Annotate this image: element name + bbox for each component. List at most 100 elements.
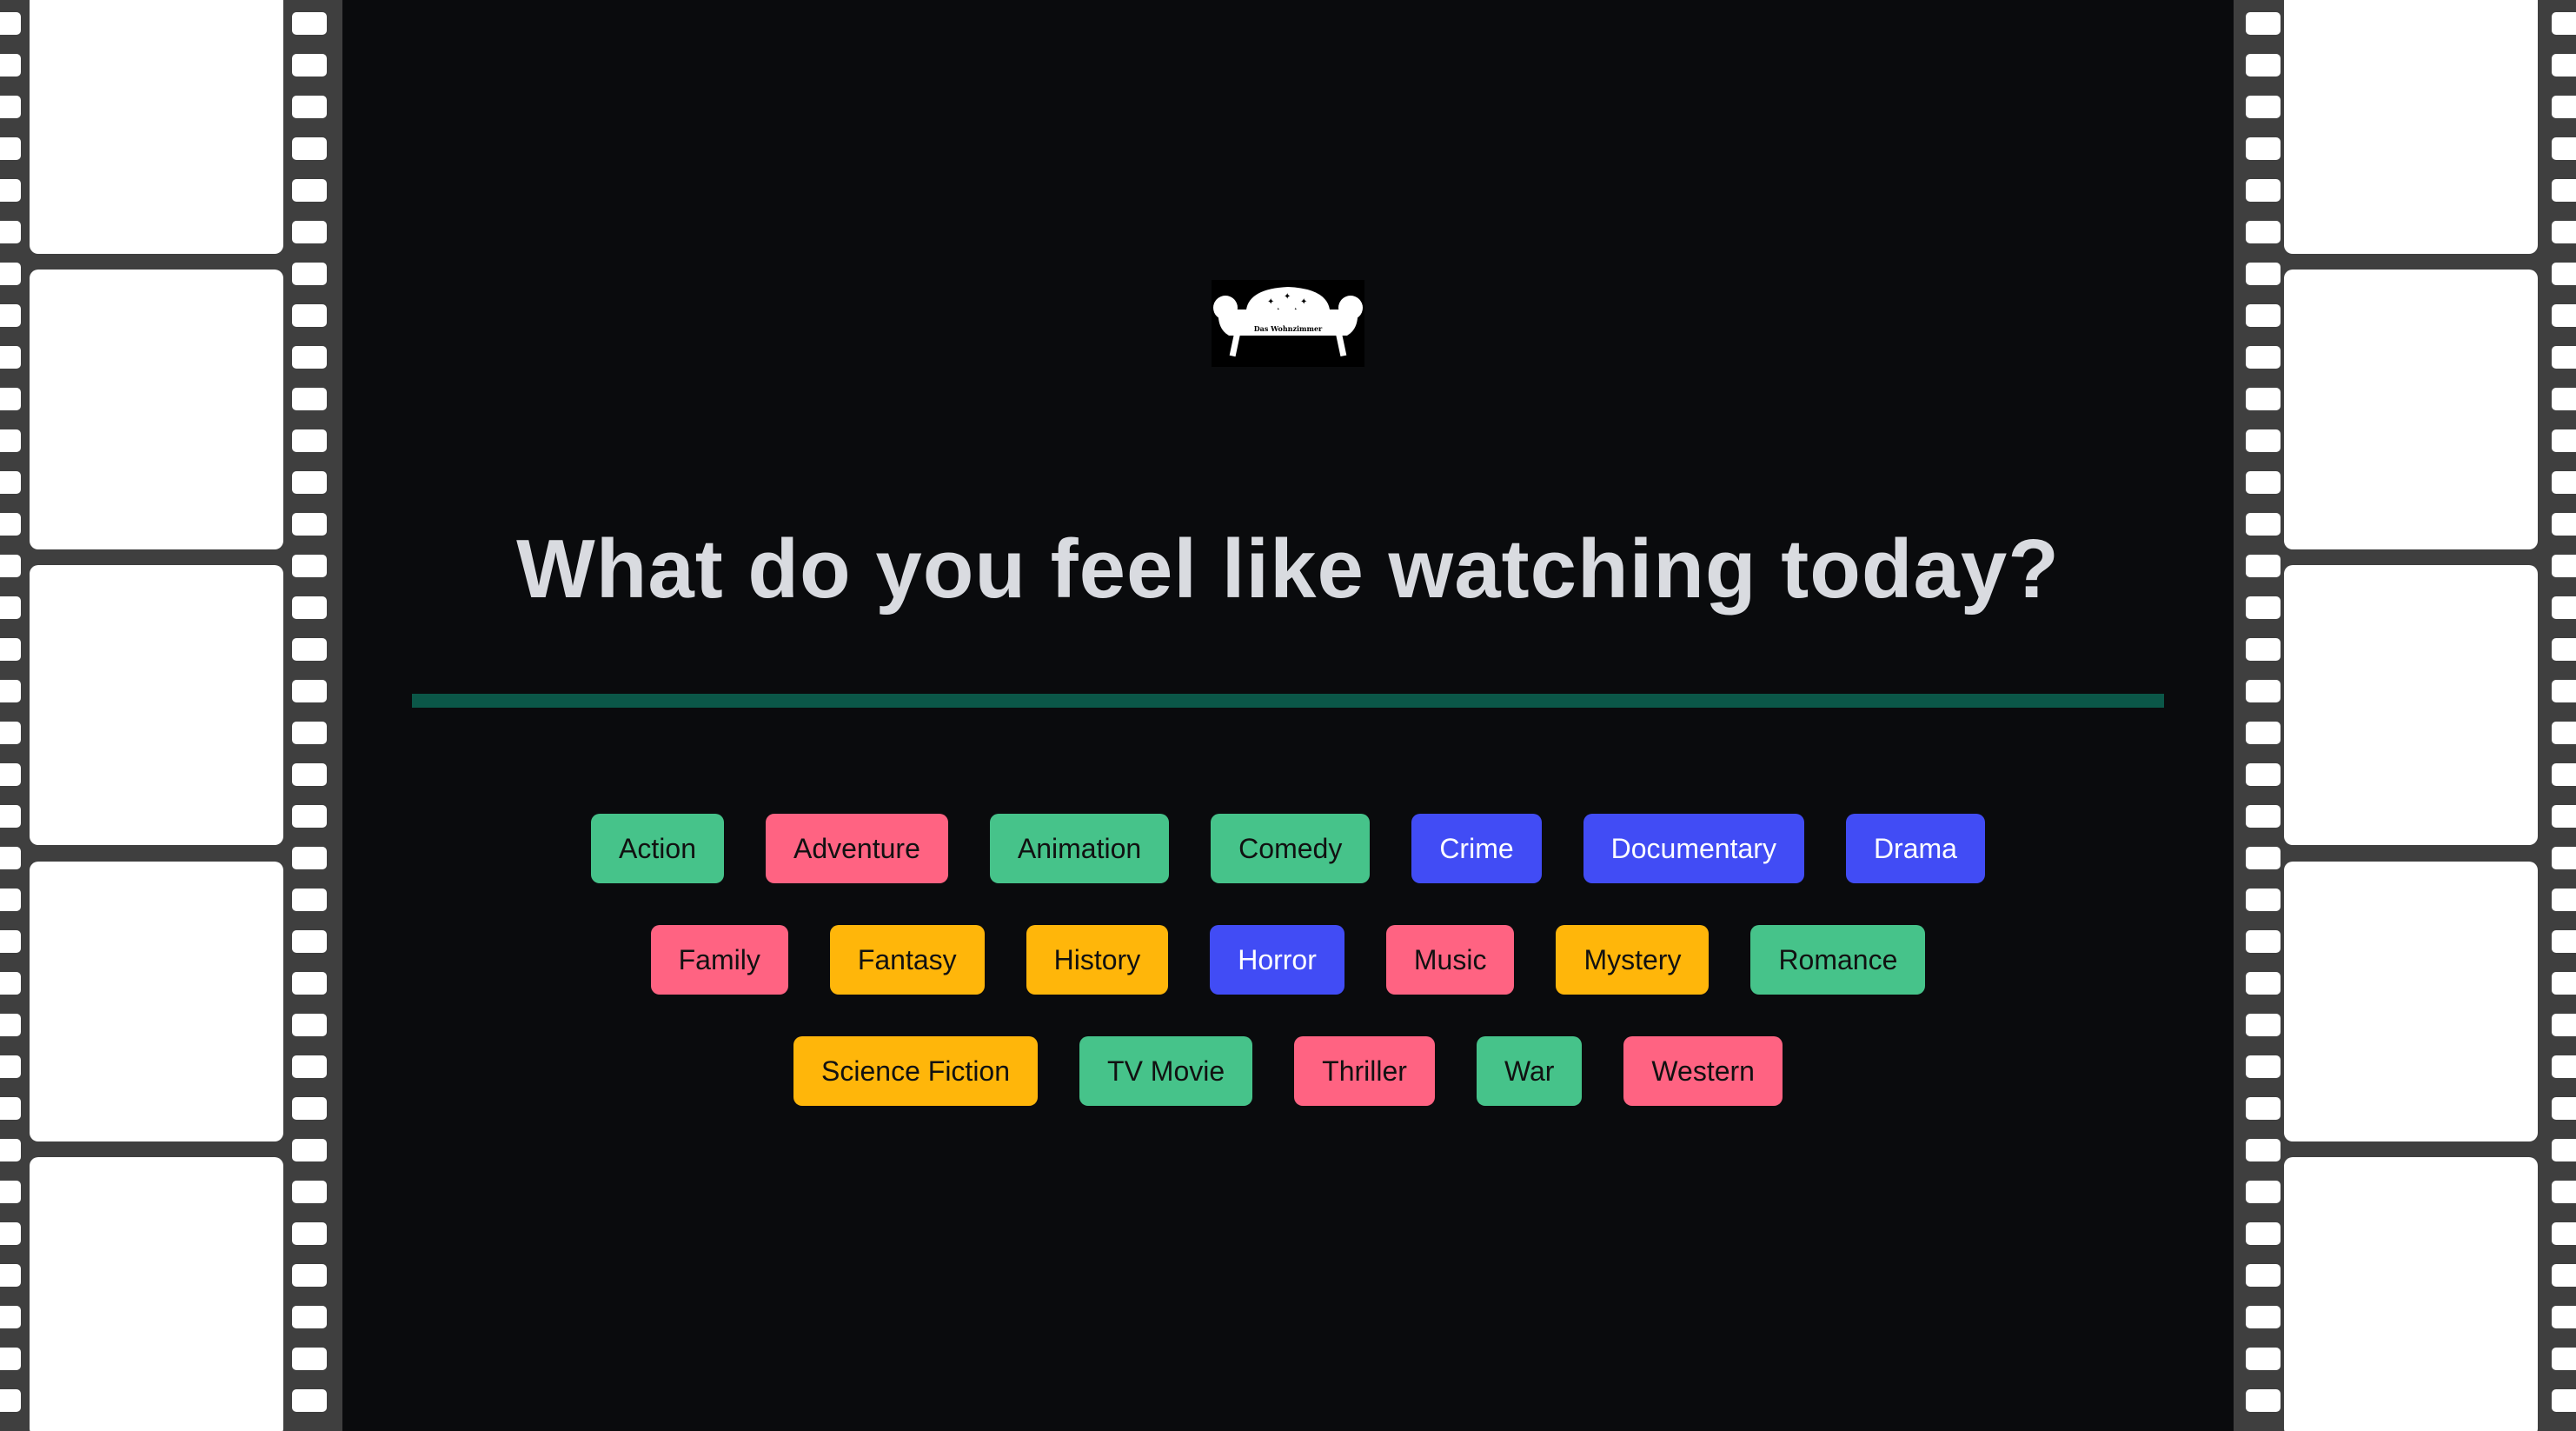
film-perforation: [292, 1014, 327, 1036]
film-perforation: [2246, 221, 2281, 243]
film-perforation: [2552, 1306, 2576, 1328]
genre-button-animation[interactable]: Animation: [989, 814, 1170, 883]
genre-button-adventure[interactable]: Adventure: [765, 814, 948, 883]
genre-button-music[interactable]: Music: [1385, 925, 1515, 995]
film-perforation: [292, 847, 327, 869]
film-perforation: [2246, 1222, 2281, 1245]
film-perforation: [2246, 1306, 2281, 1328]
film-perforation: [0, 763, 21, 786]
film-perforation: [2246, 805, 2281, 828]
film-perforation: [292, 96, 327, 118]
page: ✦ ✦ ✦ ✦ ✦ Das Wohnzimmer What do you fee…: [0, 0, 2576, 1431]
film-perforation: [2552, 429, 2576, 452]
genre-button-history[interactable]: History: [1026, 925, 1169, 995]
film-perforation: [0, 1389, 21, 1412]
film-frame: [2284, 0, 2538, 254]
film-perforation: [2552, 137, 2576, 160]
film-perforation: [2552, 972, 2576, 995]
film-perforation: [292, 596, 327, 619]
film-strip-right: [2234, 0, 2576, 1431]
film-perforation: [0, 1306, 21, 1328]
film-perforation: [2246, 471, 2281, 494]
genre-button-documentary[interactable]: Documentary: [1583, 814, 1804, 883]
genre-button-fantasy[interactable]: Fantasy: [829, 925, 985, 995]
film-perforation: [2552, 179, 2576, 202]
film-perforation: [292, 137, 327, 160]
film-perforation: [2552, 304, 2576, 327]
film-perforation: [2552, 221, 2576, 243]
film-perforation: [2246, 1389, 2281, 1412]
genre-row-2: Family Fantasy History Horror Music Myst…: [342, 925, 2234, 995]
film-perforation: [0, 179, 21, 202]
genre-button-mystery[interactable]: Mystery: [1556, 925, 1710, 995]
film-perforation: [292, 1055, 327, 1078]
sofa-logo-icon[interactable]: ✦ ✦ ✦ ✦ ✦ Das Wohnzimmer: [1212, 280, 1364, 367]
film-perforation: [0, 221, 21, 243]
film-perforation: [0, 429, 21, 452]
film-perforation: [2552, 847, 2576, 869]
film-perforation: [292, 1097, 327, 1120]
genre-button-drama[interactable]: Drama: [1845, 814, 1985, 883]
film-perforation: [292, 471, 327, 494]
film-perforation: [292, 1306, 327, 1328]
film-perforation: [0, 847, 21, 869]
film-perforation: [0, 680, 21, 702]
film-perforation: [292, 930, 327, 953]
film-perforation: [2246, 304, 2281, 327]
genre-row-1: Action Adventure Animation Comedy Crime …: [342, 814, 2234, 883]
film-perforation: [0, 1264, 21, 1287]
genre-button-horror[interactable]: Horror: [1210, 925, 1344, 995]
film-perforations-left-inner: [292, 0, 327, 1431]
film-perforation: [2246, 889, 2281, 911]
film-frames-left: [30, 0, 283, 1431]
genre-list: Action Adventure Animation Comedy Crime …: [342, 814, 2234, 1148]
film-frame: [2284, 270, 2538, 549]
film-perforation: [292, 388, 327, 410]
genre-button-science-fiction[interactable]: Science Fiction: [793, 1036, 1039, 1106]
film-perforation: [2552, 263, 2576, 285]
genre-button-romance[interactable]: Romance: [1750, 925, 1926, 995]
film-perforation: [2552, 1097, 2576, 1120]
film-perforation: [292, 638, 327, 661]
film-perforation: [2552, 638, 2576, 661]
film-frame: [2284, 565, 2538, 845]
genre-button-war[interactable]: War: [1476, 1036, 1583, 1106]
svg-text:✦: ✦: [1267, 297, 1274, 307]
film-perforation: [0, 1181, 21, 1203]
film-perforation: [292, 889, 327, 911]
film-perforation: [2246, 596, 2281, 619]
film-perforation: [2552, 555, 2576, 577]
film-perforation: [2246, 54, 2281, 77]
film-perforation: [2552, 722, 2576, 744]
film-perforation: [292, 805, 327, 828]
film-perforation: [2246, 1055, 2281, 1078]
film-frame: [30, 862, 283, 1141]
film-perforation: [2552, 680, 2576, 702]
film-perforation: [2246, 179, 2281, 202]
film-perforation: [2246, 137, 2281, 160]
film-perforation: [2246, 1014, 2281, 1036]
film-perforation: [0, 972, 21, 995]
film-frame: [30, 565, 283, 845]
genre-button-crime[interactable]: Crime: [1411, 814, 1542, 883]
film-perforation: [0, 1222, 21, 1245]
film-perforation: [2552, 54, 2576, 77]
genre-button-action[interactable]: Action: [591, 814, 724, 883]
genre-button-thriller[interactable]: Thriller: [1294, 1036, 1435, 1106]
film-perforation: [292, 54, 327, 77]
genre-button-family[interactable]: Family: [650, 925, 788, 995]
film-perforation: [0, 304, 21, 327]
genre-button-tv-movie[interactable]: TV Movie: [1079, 1036, 1253, 1106]
film-perforation: [2552, 1014, 2576, 1036]
genre-button-western[interactable]: Western: [1623, 1036, 1783, 1106]
film-perforation: [292, 1264, 327, 1287]
genre-button-comedy[interactable]: Comedy: [1211, 814, 1371, 883]
film-perforation: [2246, 847, 2281, 869]
film-frames-right: [2284, 0, 2538, 1431]
film-perforation: [2552, 1389, 2576, 1412]
film-perforation: [0, 513, 21, 536]
film-perforation: [2552, 1181, 2576, 1203]
film-perforation: [0, 263, 21, 285]
svg-text:✦: ✦: [1284, 292, 1291, 302]
film-perforation: [2246, 1348, 2281, 1370]
